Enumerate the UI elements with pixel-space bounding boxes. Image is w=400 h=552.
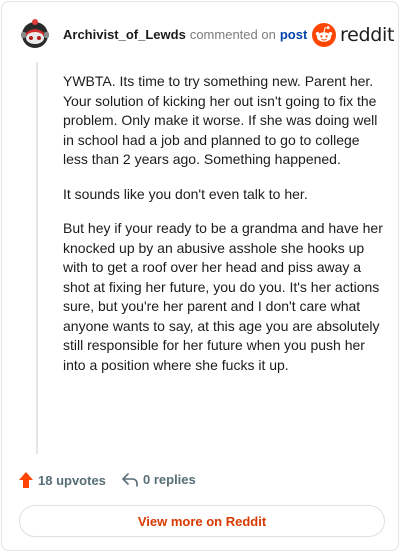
author-name[interactable]: Archivist_of_Lewds [63,27,186,42]
reply-count: 0 replies [143,472,196,487]
reply-arrow-icon [122,472,138,487]
upvote-arrow-icon [19,472,33,488]
replies-button[interactable]: 0 replies [122,472,196,487]
commented-on-label: commented on [189,27,276,42]
reddit-wordmark: reddit [340,24,395,46]
view-more-button[interactable]: View more on Reddit [19,505,385,537]
reddit-alien-icon [312,23,336,47]
comment-embed-card: Archivist_of_Lewds commented on post reddi… [1,1,399,551]
comment-paragraph-2: It sounds like you don't even talk to he… [63,185,308,202]
thread-line [36,62,38,454]
upvote-count: 18 upvotes [38,472,106,488]
comment-paragraph-3: But hey if your ready to be a grandma an… [63,220,383,373]
user-avatar[interactable] [19,18,51,50]
post-link[interactable]: post [280,27,307,42]
comment-paragraph-1: YWBTA. Its time to try something new. Pa… [63,73,378,167]
reddit-logo[interactable]: reddit [312,23,394,47]
comment-byline: Archivist_of_Lewds commented on post [63,27,307,43]
comment-header: Archivist_of_Lewds commented on post reddi… [2,2,400,62]
comment-actions: 18 upvotes 0 replies [19,472,379,490]
comment-body: YWBTA. Its time to try something new. Pa… [63,72,383,390]
upvote-button[interactable]: 18 upvotes [19,472,106,488]
